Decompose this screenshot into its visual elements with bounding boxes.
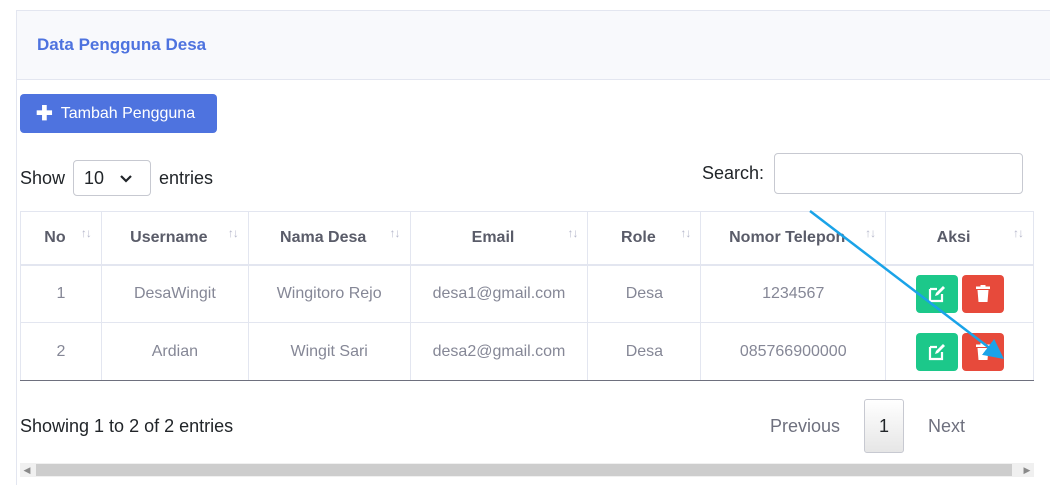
cell-nama-desa: Wingitoro Rejo <box>247 264 411 323</box>
column-header-no[interactable]: No ↑↓ <box>20 211 102 266</box>
column-header-aksi[interactable]: Aksi ↑↓ <box>885 211 1034 266</box>
scroll-right-icon[interactable]: ▶ <box>1020 463 1034 477</box>
card-header: Data Pengguna Desa <box>17 11 1050 80</box>
cell-email: desa2@gmail.com <box>409 322 589 381</box>
column-header-username[interactable]: Username ↑↓ <box>100 211 249 266</box>
entries-select-value: 10 <box>84 167 105 188</box>
horizontal-scrollbar[interactable]: ◀ ▶ <box>20 463 1034 477</box>
table-row: 2 Ardian Wingit Sari desa2@gmail.com Des… <box>20 322 1034 381</box>
search-control: Search: <box>702 153 1024 194</box>
sort-arrows-icon: ↑↓ <box>865 226 876 240</box>
cell-email: desa1@gmail.com <box>409 264 589 323</box>
sort-arrows-icon: ↑↓ <box>389 226 401 240</box>
cell-role: Desa <box>587 264 702 323</box>
entries-select[interactable]: 10 <box>73 160 152 196</box>
add-user-label: Tambah Pengguna <box>60 104 196 122</box>
add-user-button[interactable]: ✚ Tambah Pengguna <box>20 94 217 133</box>
cell-no: 2 <box>20 322 102 381</box>
sort-arrows-icon: ↑↓ <box>227 226 239 240</box>
column-header-role[interactable]: Role ↑↓ <box>587 211 702 266</box>
pagination: Previous 1 Next <box>770 399 965 453</box>
table-info: Showing 1 to 2 of 2 entries <box>20 416 234 436</box>
cell-nama-desa: Wingit Sari <box>247 322 411 381</box>
column-label: Nama Desa <box>280 228 367 246</box>
delete-button[interactable] <box>961 274 1004 313</box>
plus-icon: ✚ <box>36 102 53 125</box>
table-row: 1 DesaWingit Wingitoro Rejo desa1@gmail.… <box>20 264 1034 323</box>
edit-icon <box>928 343 945 360</box>
sort-arrows-icon: ↑↓ <box>1013 226 1024 240</box>
next-button[interactable]: Next <box>928 416 965 437</box>
sort-arrows-icon: ↑↓ <box>567 226 578 240</box>
cell-phone: 085766900000 <box>700 322 887 381</box>
trash-icon <box>975 285 990 303</box>
card-title: Data Pengguna Desa <box>37 35 207 54</box>
trash-icon <box>975 343 990 360</box>
entries-length-control: Show 10 entries <box>20 160 213 196</box>
edit-icon <box>928 285 945 302</box>
column-label: Role <box>621 228 656 246</box>
column-label: No <box>44 228 66 246</box>
cell-role: Desa <box>587 322 702 381</box>
cell-username: DesaWingit <box>100 264 249 323</box>
sort-arrows-icon: ↑↓ <box>80 226 92 240</box>
cell-username: Ardian <box>100 322 249 381</box>
delete-button[interactable] <box>961 332 1004 371</box>
search-label: Search: <box>702 163 765 183</box>
column-header-email[interactable]: Email ↑↓ <box>409 211 589 266</box>
cell-actions <box>885 322 1034 381</box>
scrollbar-thumb[interactable] <box>36 464 1012 476</box>
edit-button[interactable] <box>915 274 958 313</box>
scroll-left-icon[interactable]: ◀ <box>20 463 34 477</box>
column-label: Email <box>471 228 515 246</box>
edit-button[interactable] <box>915 332 958 371</box>
cell-phone: 1234567 <box>700 264 887 323</box>
previous-button[interactable]: Previous <box>770 416 840 437</box>
search-input[interactable] <box>774 153 1024 194</box>
column-header-nomor-telepon[interactable]: Nomor Telepon ↑↓ <box>700 211 887 266</box>
table-header-row: No ↑↓ Username ↑↓ Nama Desa ↑↓ Email ↑↓ Role… <box>20 211 1034 266</box>
column-label: Aksi <box>936 228 971 246</box>
page-button-1[interactable]: 1 <box>864 399 905 453</box>
show-label: Show <box>20 167 66 188</box>
column-header-nama-desa[interactable]: Nama Desa ↑↓ <box>247 211 411 266</box>
users-table: No ↑↓ Username ↑↓ Nama Desa ↑↓ Email ↑↓ Role… <box>20 211 1034 381</box>
cell-no: 1 <box>20 264 102 323</box>
cell-actions <box>885 264 1034 323</box>
column-label: Nomor Telepon <box>729 228 846 246</box>
entries-label: entries <box>159 167 214 188</box>
chevron-down-icon <box>120 171 132 186</box>
sort-arrows-icon: ↑↓ <box>680 226 691 240</box>
column-label: Username <box>130 228 208 246</box>
